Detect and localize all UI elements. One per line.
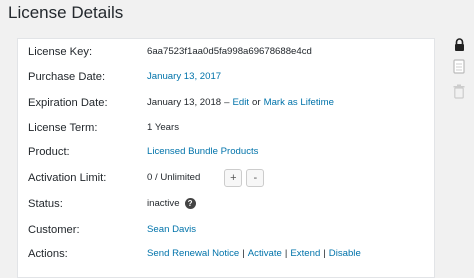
mark-lifetime-link[interactable]: Mark as Lifetime bbox=[264, 97, 334, 108]
decrease-limit-button[interactable]: - bbox=[246, 168, 265, 187]
expiration-separator: – bbox=[224, 97, 230, 108]
purchase-date-value-wrap: January 13, 2017 bbox=[147, 71, 221, 82]
status-value: inactive bbox=[147, 198, 180, 209]
row-customer: Customer: Sean Davis bbox=[18, 217, 434, 242]
license-key-value: 6aa7523f1aa0d5fa998a69678688e4cd bbox=[147, 46, 312, 57]
product-link[interactable]: Licensed Bundle Products bbox=[147, 146, 258, 157]
edit-expiration-link[interactable]: Edit bbox=[233, 97, 250, 108]
row-purchase-date: Purchase Date: January 13, 2017 bbox=[18, 64, 434, 89]
actions-separator: | bbox=[323, 248, 326, 259]
increase-limit-button[interactable]: + bbox=[224, 168, 243, 187]
product-label: Product: bbox=[28, 145, 70, 158]
row-expiration-date: Expiration Date: January 13, 2018 – Edit… bbox=[18, 90, 434, 115]
row-license-key: License Key: 6aa7523f1aa0d5fa998a6967868… bbox=[18, 39, 434, 64]
disable-link[interactable]: Disable bbox=[329, 248, 361, 259]
activation-limit-label: Activation Limit: bbox=[28, 171, 107, 184]
trash-icon[interactable] bbox=[450, 82, 468, 100]
expiration-date-label: Expiration Date: bbox=[28, 96, 108, 109]
expiration-date-value-wrap: January 13, 2018 – Edit or Mark as Lifet… bbox=[147, 97, 334, 108]
license-details-panel: License Key: 6aa7523f1aa0d5fa998a6967868… bbox=[17, 38, 435, 278]
actions-label: Actions: bbox=[28, 247, 68, 260]
expiration-date-value: January 13, 2018 bbox=[147, 97, 222, 108]
document-icon[interactable] bbox=[450, 57, 468, 75]
purchase-date-label: Purchase Date: bbox=[28, 70, 106, 83]
row-actions: Actions: Send Renewal Notice | Activate … bbox=[18, 241, 434, 266]
product-value-wrap: Licensed Bundle Products bbox=[147, 146, 258, 157]
activation-limit-value-wrap: 0 / Unlimited + - bbox=[147, 168, 265, 187]
row-license-term: License Term: 1 Years bbox=[18, 115, 434, 140]
license-key-label: License Key: bbox=[28, 45, 93, 58]
customer-value-wrap: Sean Davis bbox=[147, 224, 196, 235]
row-status: Status: inactive ? bbox=[18, 191, 434, 216]
help-icon[interactable]: ? bbox=[184, 198, 196, 209]
actions-separator: | bbox=[284, 248, 288, 259]
actions-separator: | bbox=[242, 248, 245, 259]
row-product: Product: Licensed Bundle Products bbox=[18, 139, 434, 164]
send-renewal-notice-link[interactable]: Send Renewal Notice bbox=[147, 248, 239, 259]
customer-label: Customer: bbox=[28, 223, 80, 236]
extend-link[interactable]: Extend bbox=[290, 248, 320, 259]
license-term-value: 1 Years bbox=[147, 122, 180, 133]
row-activation-limit: Activation Limit: 0 / Unlimited + - bbox=[18, 165, 434, 190]
activation-limit-value: 0 / Unlimited bbox=[147, 172, 201, 183]
customer-link[interactable]: Sean Davis bbox=[147, 224, 196, 235]
expiration-or-text: or bbox=[252, 97, 261, 108]
activate-link[interactable]: Activate bbox=[248, 248, 282, 259]
status-value-wrap: inactive ? bbox=[147, 198, 196, 209]
license-term-label: License Term: bbox=[28, 121, 98, 134]
status-label: Status: bbox=[28, 197, 63, 210]
lock-icon[interactable] bbox=[450, 36, 468, 54]
purchase-date-link[interactable]: January 13, 2017 bbox=[147, 71, 221, 82]
actions-value-wrap: Send Renewal Notice | Activate | Extend … bbox=[147, 248, 361, 259]
page-title: License Details bbox=[8, 3, 124, 22]
